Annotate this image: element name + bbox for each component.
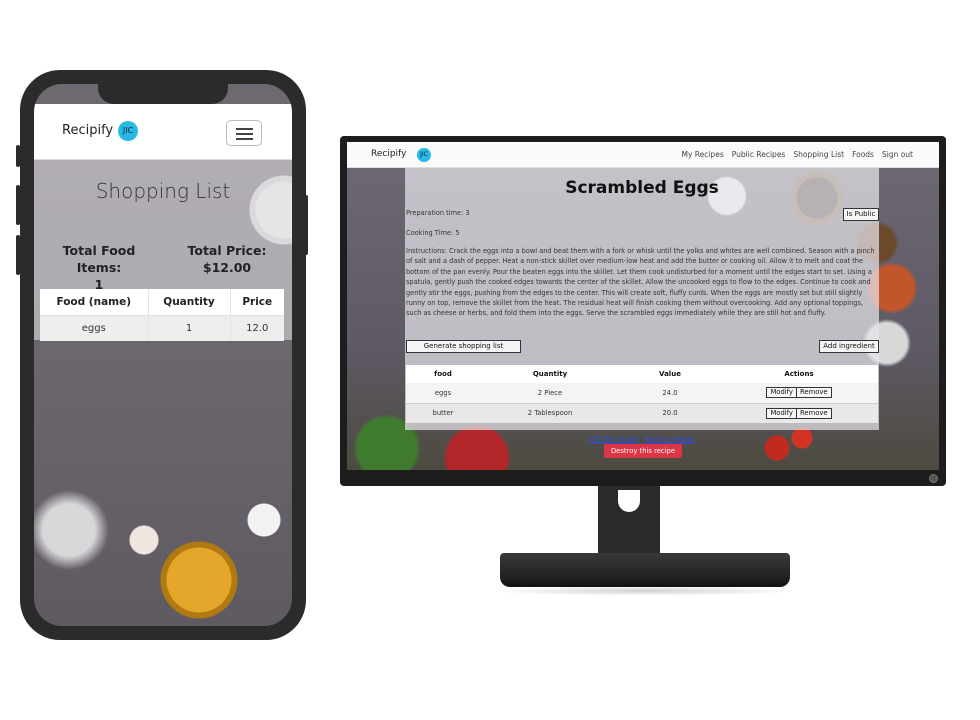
column-header-food: food: [406, 365, 480, 383]
shopping-list-table: Food (name) Quantity Price eggs 1 12.0: [40, 289, 284, 341]
hamburger-icon-bar: [236, 133, 253, 135]
cell-food: eggs: [40, 314, 148, 341]
is-public-toggle[interactable]: Is Public: [843, 208, 879, 221]
monitor-screen: Recipify JIC My Recipes Public Recipes S…: [347, 142, 939, 470]
hamburger-icon: [236, 128, 253, 130]
cooking-time: Cooking Time: 5: [406, 229, 460, 237]
phone-device: Recipify JIC Shopping List Total Food It…: [20, 70, 306, 640]
table-row: butter 2 Tablespoon 20.0 Modify Remove: [406, 402, 878, 423]
column-header-quantity: Quantity: [147, 289, 230, 315]
desktop-navbar: Recipify JIC My Recipes Public Recipes S…: [347, 142, 939, 168]
cell-value: 20.0: [620, 402, 720, 423]
nav-link-shopping-list[interactable]: Shopping List: [793, 150, 844, 159]
total-food-items: Total Food Items: 1: [40, 242, 158, 293]
cell-price: 12.0: [229, 314, 284, 341]
monitor-stand-shadow: [490, 586, 800, 596]
hamburger-icon-bar: [236, 138, 253, 140]
phone-notch: [98, 84, 228, 104]
cell-quantity: 2 Piece: [480, 383, 620, 403]
recipe-title: Scrambled Eggs: [565, 178, 719, 198]
links-separator: |: [640, 435, 643, 443]
back-to-recipes-link[interactable]: Back to recipes: [645, 435, 695, 443]
desktop-nav-links: My Recipes Public Recipes Shopping List …: [682, 150, 914, 159]
cell-value: 24.0: [620, 383, 720, 403]
cell-food: eggs: [406, 383, 480, 403]
cell-quantity: 1: [147, 314, 230, 341]
monitor-stand-base: [500, 553, 790, 587]
nav-link-sign-out[interactable]: Sign out: [882, 150, 913, 159]
monitor-power-led: [929, 474, 938, 483]
monitor-stand-cable-hole: [618, 490, 640, 512]
cell-quantity: 2 Tablespoon: [480, 402, 620, 423]
page-title: Shopping List: [95, 179, 231, 203]
recipe-instructions: Instructions: Crack the eggs into a bowl…: [406, 247, 875, 318]
destroy-recipe-button[interactable]: Destroy this recipe: [604, 444, 682, 458]
desktop-brand-link[interactable]: Recipify: [371, 149, 406, 159]
hamburger-menu-button[interactable]: [226, 120, 262, 146]
nav-link-my-recipes[interactable]: My Recipes: [682, 150, 724, 159]
phone-user-avatar[interactable]: JIC: [118, 121, 138, 141]
cell-actions: Modify Remove: [720, 383, 878, 403]
column-header-quantity: Quantity: [480, 365, 620, 383]
table-row: eggs 2 Piece 24.0 Modify Remove: [406, 383, 878, 403]
column-header-food: Food (name): [40, 289, 148, 315]
phone-screen: Recipify JIC Shopping List Total Food It…: [34, 84, 292, 626]
modify-button[interactable]: Modify: [766, 407, 797, 419]
preparation-time: Preparation time: 3: [406, 209, 470, 217]
desktop-user-avatar[interactable]: JIC: [417, 148, 431, 162]
generate-shopping-list-button[interactable]: Generate shopping list: [406, 340, 521, 353]
phone-navbar: Recipify JIC: [34, 104, 292, 160]
add-ingredient-button[interactable]: Add ingredient: [819, 340, 879, 353]
modify-button[interactable]: Modify: [766, 387, 797, 399]
column-header-actions: Actions: [720, 365, 878, 383]
nav-link-foods[interactable]: Foods: [852, 150, 874, 159]
column-header-value: Value: [620, 365, 720, 383]
column-header-price: Price: [229, 289, 284, 315]
remove-button[interactable]: Remove: [796, 387, 832, 399]
total-food-items-label: Total Food Items:: [62, 243, 136, 275]
ingredients-table: food Quantity Value Actions eggs 2 Piece…: [406, 365, 878, 423]
table-row: eggs 1 12.0: [40, 314, 284, 341]
monitor-device: Recipify JIC My Recipes Public Recipes S…: [340, 136, 946, 486]
nav-link-public-recipes[interactable]: Public Recipes: [732, 150, 786, 159]
recipe-links-row: Edit this recipe | Back to recipes: [405, 435, 879, 443]
total-price: Total Price: $12.00: [187, 243, 267, 275]
cell-actions: Modify Remove: [720, 402, 878, 423]
phone-brand-link[interactable]: Recipify: [62, 123, 113, 138]
cell-food: butter: [406, 402, 480, 423]
remove-button[interactable]: Remove: [796, 407, 832, 419]
showcase-stage: Recipify JIC Shopping List Total Food It…: [0, 0, 980, 720]
edit-recipe-link[interactable]: Edit this recipe: [590, 435, 639, 443]
